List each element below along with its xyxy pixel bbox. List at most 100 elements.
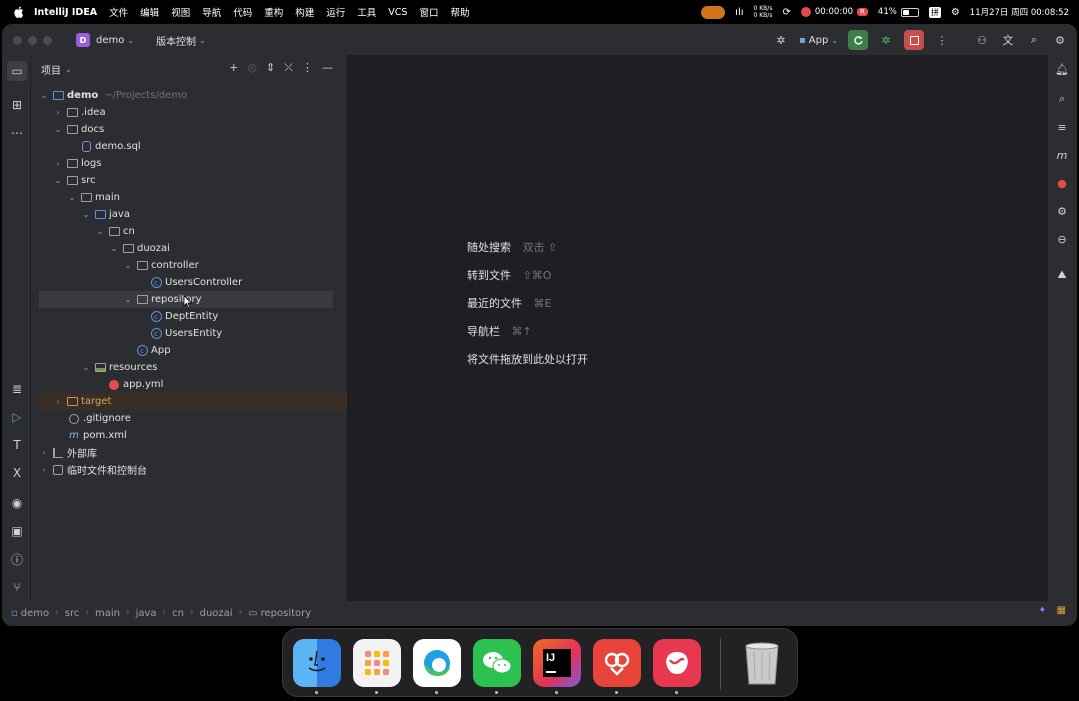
code-with-me-icon[interactable]: ⚇ — [974, 32, 990, 48]
menu-run[interactable]: 运行 — [326, 5, 345, 19]
dock-intellij-icon[interactable]: IJ — [533, 639, 581, 687]
collapse-all-icon[interactable]: ⤫ — [284, 61, 293, 75]
menu-vcs[interactable]: VCS — [388, 7, 407, 18]
menu-help[interactable]: 帮助 — [450, 5, 469, 19]
tree-row-scratches[interactable]: › 临时文件和控制台 — [31, 461, 347, 478]
structure-icon[interactable]: ⊞ — [9, 97, 25, 113]
chevron-right-icon[interactable]: › — [53, 397, 63, 406]
git-icon[interactable]: ⑂ — [9, 579, 25, 595]
screen-recorder[interactable]: 00:00:00 R — [800, 7, 868, 17]
rerun-button[interactable] — [848, 30, 868, 50]
breadcrumb-item[interactable]: demo — [21, 608, 49, 619]
signal-icon[interactable]: ılı — [735, 7, 743, 18]
breadcrumb-item[interactable]: java — [136, 608, 157, 619]
project-badge[interactable]: D — [76, 33, 90, 47]
dock-wechat-icon[interactable] — [473, 639, 521, 687]
chevron-right-icon[interactable]: › — [39, 465, 49, 474]
search-icon[interactable]: ⌕ — [1026, 32, 1042, 48]
tree-row-java[interactable]: ⌄ java — [31, 206, 347, 223]
tree-row-dept-entity[interactable]: c DeptEntity — [31, 308, 347, 325]
debug-bug-icon[interactable]: ✲ — [773, 32, 789, 48]
tree-row-app-yml[interactable]: app.yml — [31, 376, 347, 393]
project-folder-icon[interactable]: ▭ — [7, 61, 27, 81]
menu-code[interactable]: 代码 — [233, 5, 252, 19]
plugin-icon[interactable]: ● — [1054, 175, 1070, 191]
tree-row-duozai[interactable]: ⌄ duozai — [31, 240, 347, 257]
tree-row-controller[interactable]: ⌄ controller — [31, 257, 347, 274]
tree-row-logs[interactable]: › logs — [31, 155, 347, 172]
status-app-icon[interactable] — [701, 5, 726, 19]
ai-assistant-icon[interactable]: ⌕ — [1054, 91, 1070, 107]
expand-all-icon[interactable]: ⇕ — [266, 61, 275, 75]
project-switcher[interactable]: demo — [96, 35, 124, 46]
locate-icon[interactable]: ◎ — [247, 61, 257, 75]
tree-row-cn[interactable]: ⌄ cn — [31, 223, 347, 240]
chevron-down-icon[interactable]: ⌄ — [109, 244, 119, 253]
tree-row-app[interactable]: c App — [31, 342, 347, 359]
chevron-down-icon[interactable]: ⌄ — [123, 261, 133, 270]
problems-icon[interactable]: ⓘ — [9, 551, 25, 567]
windows-grid-icon[interactable]: ▦ — [1057, 605, 1066, 616]
tree-row-main[interactable]: ⌄ main — [31, 189, 347, 206]
notifications-bell-icon[interactable]: 🔔︎ — [1054, 61, 1070, 77]
translate-icon[interactable]: 文 — [1000, 32, 1016, 48]
dock-app6-icon[interactable] — [593, 639, 641, 687]
sync-icon[interactable]: ⟳ — [782, 7, 790, 18]
dock-app7-icon[interactable] — [653, 639, 701, 687]
menu-edit[interactable]: 编辑 — [140, 5, 159, 19]
menu-view[interactable]: 视图 — [171, 5, 190, 19]
tree-row-pom-xml[interactable]: m pom.xml — [31, 427, 347, 444]
chevron-down-icon[interactable]: ⌄ — [53, 176, 63, 185]
image-viewer-icon[interactable]: ⛰ — [1054, 267, 1070, 283]
breadcrumb-item[interactable]: cn — [172, 608, 184, 619]
tree-row-users-entity[interactable]: c UsersEntity — [31, 325, 347, 342]
tree-row-resources[interactable]: ⌄ resources — [31, 359, 347, 376]
datetime[interactable]: 11月27日 周四 00:08:52 — [970, 6, 1069, 18]
chevron-down-icon[interactable]: ⌄ — [65, 65, 72, 74]
gradle-icon[interactable]: ⚙ — [1054, 203, 1070, 219]
breadcrumb-item[interactable]: repository — [261, 608, 312, 619]
menu-window[interactable]: 窗口 — [419, 5, 438, 19]
database-icon[interactable]: ≡ — [1054, 119, 1070, 135]
tree-row-target[interactable]: › target — [39, 393, 355, 410]
input-method-icon[interactable]: 拼 — [928, 6, 941, 18]
settings-gear-icon[interactable]: ⚙ — [1052, 32, 1068, 48]
chevron-down-icon[interactable]: ⌄ — [53, 125, 63, 134]
excel-icon[interactable]: X — [9, 465, 25, 481]
endpoints-icon[interactable]: ⊖ — [1054, 231, 1070, 247]
battery-status[interactable]: 41% — [878, 7, 919, 17]
tree-row-idea[interactable]: › .idea — [31, 104, 347, 121]
ai-sparkle-icon[interactable]: ✦ — [1038, 605, 1046, 616]
chevron-down-icon[interactable]: ⌄ — [67, 193, 77, 202]
dock-edge-icon[interactable] — [413, 639, 461, 687]
build-hammer-icon[interactable]: T — [9, 437, 25, 453]
menu-refactor[interactable]: 重构 — [264, 5, 283, 19]
dock-trash-icon[interactable] — [738, 639, 786, 687]
tree-row-users-controller[interactable]: c UsersController — [31, 274, 347, 291]
tree-row-demo[interactable]: ⌄ demo ~/Projects/demo — [31, 87, 347, 104]
editor-empty-area[interactable]: 随处搜索 双击 ⇧ 转到文件 ⇧⌘O 最近的文件 ⌘E 导航栏 ⌘↑ 将文件拖放… — [347, 55, 1048, 601]
add-icon[interactable]: + — [229, 61, 238, 75]
todo-list-icon[interactable]: ≣ — [9, 381, 25, 397]
dock-launchpad-icon[interactable] — [353, 639, 401, 687]
debug-icon[interactable]: ✲ — [878, 32, 894, 48]
more-vertical-icon[interactable]: ⋮ — [934, 32, 950, 48]
menu-file[interactable]: 文件 — [109, 5, 128, 19]
control-center-icon[interactable]: ⚙ — [951, 7, 960, 18]
menu-app-name[interactable]: IntelliJ IDEA — [34, 7, 97, 18]
chevron-down-icon[interactable]: ⌄ — [127, 36, 134, 45]
close-window-button[interactable] — [13, 35, 22, 45]
breadcrumb-item[interactable]: main — [95, 608, 120, 619]
apple-icon[interactable] — [14, 6, 24, 18]
chevron-right-icon[interactable]: › — [53, 108, 63, 117]
vcs-menu[interactable]: 版本控制 — [156, 33, 196, 48]
more-horizontal-icon[interactable]: ⋯ — [9, 125, 25, 141]
services-icon[interactable]: ◉ — [9, 495, 25, 511]
menu-build[interactable]: 构建 — [295, 5, 314, 19]
tree-row-src[interactable]: ⌄ src — [31, 172, 347, 189]
terminal-icon[interactable]: ▣ — [9, 523, 25, 539]
breadcrumb-item[interactable]: duozai — [200, 608, 233, 619]
minimize-window-button[interactable] — [28, 35, 37, 45]
stop-button[interactable] — [904, 30, 924, 50]
tree-row-external-libraries[interactable]: › 外部库 — [31, 444, 347, 461]
